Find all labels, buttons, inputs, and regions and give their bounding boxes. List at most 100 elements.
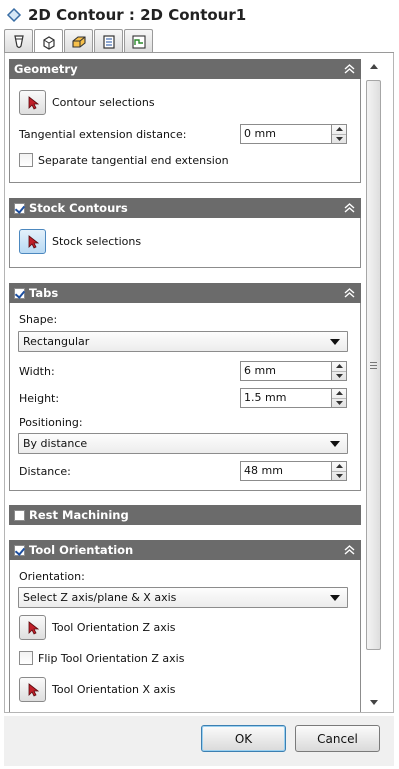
tab-geometry[interactable] (34, 29, 63, 54)
spin-up-icon[interactable] (332, 125, 346, 135)
shape-label: Shape: (19, 313, 58, 326)
collapse-icon[interactable] (344, 545, 355, 555)
positioning-selected-value: By distance (23, 437, 88, 450)
tool-orientation-x-label: Tool Orientation X axis (52, 683, 176, 696)
shape-dropdown[interactable]: Rectangular (18, 331, 348, 352)
tool-orientation-checkbox[interactable] (14, 544, 25, 556)
vertical-scrollbar[interactable] (365, 58, 382, 711)
select-arrow-icon (28, 234, 39, 249)
height-label: Height: (19, 392, 60, 405)
contour-operation-icon (6, 7, 22, 23)
contour-selections-label: Contour selections (52, 96, 155, 109)
tool-orientation-header[interactable]: Tool Orientation (9, 540, 361, 560)
cancel-button[interactable]: Cancel (295, 725, 380, 752)
collapse-icon[interactable] (344, 203, 355, 213)
spin-arrows[interactable] (331, 361, 347, 381)
geometry-body: Contour selections Tangential extension … (9, 79, 361, 183)
tool-orientation-body: Orientation: Select Z axis/plane & X axi… (9, 560, 361, 712)
stock-contours-body: Stock selections (9, 218, 361, 268)
group-tabs: Tabs Shape: Rectangular Width: 6 mm Heig… (9, 283, 361, 491)
tangential-extension-label: Tangential extension distance: (19, 128, 187, 141)
spin-down-icon[interactable] (332, 472, 346, 481)
chevron-down-icon (330, 339, 340, 345)
tabs-header-label: Tabs (29, 286, 59, 300)
scrollbar-thumb[interactable] (366, 80, 381, 650)
tab-tool[interactable] (4, 29, 33, 53)
spin-arrows[interactable] (331, 124, 347, 144)
select-arrow-icon (28, 620, 39, 635)
heights-icon (71, 35, 86, 48)
dialog-title: 2D Contour : 2D Contour1 (28, 6, 247, 24)
spin-up-icon[interactable] (332, 389, 346, 399)
collapse-icon[interactable] (344, 288, 355, 298)
tool-orientation-z-button[interactable] (19, 615, 46, 640)
spin-down-icon[interactable] (332, 372, 346, 381)
group-stock-contours: Stock Contours Stock selections (9, 198, 361, 268)
positioning-dropdown[interactable]: By distance (18, 433, 348, 454)
title-bar: 2D Contour : 2D Contour1 (0, 0, 399, 30)
positioning-label: Positioning: (19, 416, 83, 429)
tangential-extension-input[interactable]: 0 mm (240, 124, 331, 144)
stock-contours-header-label: Stock Contours (29, 201, 128, 215)
stock-selections-button[interactable] (19, 229, 46, 254)
spin-down-icon[interactable] (332, 399, 346, 408)
spin-up-icon[interactable] (332, 462, 346, 472)
group-rest-machining: Rest Machining (9, 505, 361, 525)
dialog-window: 2D Contour : 2D Contour1 Geometry Contou… (0, 0, 399, 769)
select-arrow-icon (28, 95, 39, 110)
tool-icon (13, 34, 24, 48)
tabs-header[interactable]: Tabs (9, 283, 361, 303)
shape-selected-value: Rectangular (23, 335, 90, 348)
geometry-header[interactable]: Geometry (9, 59, 361, 79)
grip-icon (370, 361, 377, 369)
spin-arrows[interactable] (331, 461, 347, 481)
stock-contours-checkbox[interactable] (14, 202, 25, 214)
chevron-down-icon (330, 595, 340, 601)
select-arrow-icon (28, 682, 39, 697)
spin-arrows[interactable] (331, 388, 347, 408)
orientation-label: Orientation: (19, 570, 85, 583)
stock-contours-header[interactable]: Stock Contours (9, 198, 361, 218)
tool-orientation-z-label: Tool Orientation Z axis (52, 621, 176, 634)
chevron-down-icon (330, 441, 340, 447)
distance-input[interactable]: 48 mm (240, 461, 331, 481)
distance-label: Distance: (19, 465, 71, 478)
tabs-checkbox[interactable] (14, 287, 25, 299)
tab-linking[interactable] (124, 29, 153, 53)
tangential-extension-stepper[interactable]: 0 mm (240, 124, 347, 144)
scroll-down-icon[interactable] (365, 694, 382, 711)
orientation-selected-value: Select Z axis/plane & X axis (23, 591, 177, 604)
group-tool-orientation: Tool Orientation Orientation: Select Z a… (9, 540, 361, 712)
geometry-icon (42, 36, 55, 50)
tab-heights[interactable] (64, 29, 93, 53)
height-input[interactable]: 1.5 mm (240, 388, 331, 408)
scroll-up-icon[interactable] (365, 58, 382, 75)
spin-up-icon[interactable] (332, 362, 346, 372)
separate-tangential-checkbox[interactable] (19, 153, 33, 167)
flip-z-axis-label: Flip Tool Orientation Z axis (38, 652, 185, 665)
flip-z-axis-checkbox[interactable] (19, 651, 33, 665)
spin-down-icon[interactable] (332, 135, 346, 144)
tab-strip (4, 29, 154, 54)
tab-passes[interactable] (94, 29, 123, 53)
height-stepper[interactable]: 1.5 mm (240, 388, 347, 408)
contour-selections-button[interactable] (19, 90, 46, 115)
distance-stepper[interactable]: 48 mm (240, 461, 347, 481)
rest-machining-header[interactable]: Rest Machining (9, 505, 361, 525)
rest-machining-checkbox[interactable] (14, 509, 25, 521)
linking-icon (131, 34, 146, 49)
width-input[interactable]: 6 mm (240, 361, 331, 381)
rest-machining-header-label: Rest Machining (29, 508, 129, 522)
stock-selections-label: Stock selections (52, 235, 142, 248)
width-stepper[interactable]: 6 mm (240, 361, 347, 381)
ok-button[interactable]: OK (201, 725, 286, 752)
width-label: Width: (19, 365, 55, 378)
tool-orientation-x-button[interactable] (19, 677, 46, 702)
tabs-body: Shape: Rectangular Width: 6 mm Height: 1… (9, 303, 361, 491)
geometry-header-label: Geometry (14, 62, 78, 76)
collapse-icon[interactable] (344, 64, 355, 74)
orientation-dropdown[interactable]: Select Z axis/plane & X axis (18, 587, 348, 608)
separate-tangential-label: Separate tangential end extension (38, 154, 229, 167)
dialog-footer: OK Cancel (4, 716, 394, 766)
parameters-panel: Geometry Contour selections Tangential e… (4, 53, 394, 713)
